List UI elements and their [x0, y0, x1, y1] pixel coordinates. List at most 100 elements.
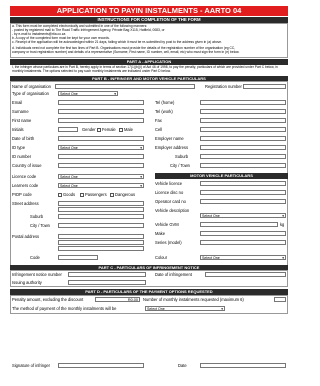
female-checkbox[interactable]: [97, 127, 101, 132]
make-label: Make: [155, 231, 166, 236]
passengers-label: Passengers: [85, 192, 107, 197]
date-of-infringement-field[interactable]: [205, 272, 286, 277]
vehicle-gvm-field[interactable]: [200, 222, 278, 227]
part-a-heading: PART A - APPLICATION: [10, 59, 288, 65]
instruction-line: company or trust registration number) an…: [12, 50, 240, 54]
code-field[interactable]: [58, 255, 98, 260]
penalty-amount-field[interactable]: R0.00: [95, 297, 140, 302]
method-of-payment-label: The method of payment of the monthly ins…: [12, 306, 117, 311]
street-address-line2-field[interactable]: [58, 207, 144, 212]
goods-label: Goods: [63, 192, 76, 197]
city-town-label: City / Town: [30, 223, 50, 228]
penalty-amount-label: Penalty amount, excluding the discount: [12, 297, 84, 302]
type-of-organisation-label: Type of organisation: [12, 91, 49, 96]
vehicle-description-select[interactable]: Select One: [200, 213, 286, 218]
id-type-select[interactable]: Select One: [58, 145, 144, 150]
email-label: Email: [12, 100, 23, 105]
vehicle-gvm-label: Vehicle GVM: [155, 222, 179, 227]
fax-label: Fax: [155, 118, 162, 123]
id-number-field[interactable]: [58, 154, 144, 159]
employer-suburb-field[interactable]: [200, 154, 286, 159]
colour-label: Colour: [155, 255, 168, 260]
method-of-payment-select[interactable]: Select One: [145, 306, 225, 311]
tel-work-label: Tel (work): [155, 109, 173, 114]
initials-label: Initials: [12, 127, 24, 132]
initials-field[interactable]: [58, 127, 78, 132]
instruction-line: c. Receipt of the application will be ac…: [12, 40, 223, 44]
suburb-label: Suburb: [30, 214, 44, 219]
passengers-checkbox[interactable]: [80, 192, 84, 197]
date-label: Date: [178, 363, 187, 368]
tel-home-label: Tel (home): [155, 100, 175, 105]
male-checkbox[interactable]: [119, 127, 123, 132]
postal-address-line3-field[interactable]: [58, 246, 144, 251]
gender-label: Gender: [82, 127, 96, 132]
licence-code-select[interactable]: Select One: [58, 174, 144, 179]
employer-city-field[interactable]: [200, 163, 286, 168]
code-label: Code: [30, 255, 40, 260]
licence-code-label: Licence code: [12, 174, 37, 179]
form-title: APPLICATION TO PAYIN INSTALMENTS - AARTO…: [10, 6, 288, 16]
operator-card-no-label: Operator card no: [155, 199, 186, 204]
issuing-authority-field[interactable]: [68, 280, 146, 285]
tel-home-field[interactable]: [200, 100, 286, 105]
cell-field[interactable]: [200, 127, 286, 132]
issuing-authority-label: Issuing authority: [12, 280, 42, 285]
prdp-code-label: PrDP code: [12, 192, 32, 197]
vehicle-licence-label: Vehicle licence: [155, 181, 183, 186]
signature-label: Signature of infringer: [12, 363, 51, 368]
learners-code-label: Learners code: [12, 183, 39, 188]
postal-address-field[interactable]: [58, 234, 144, 239]
street-address-label: Street address: [12, 201, 39, 206]
colour-select[interactable]: Select One: [200, 255, 286, 260]
name-of-organisation-label: Name of organisation: [12, 84, 51, 89]
number-of-instalments-field[interactable]: [274, 297, 286, 302]
number-of-instalments-label: Number of monthly instalments requested …: [143, 297, 244, 302]
series-model-field[interactable]: [200, 240, 286, 245]
employer-suburb-label: Suburb: [175, 154, 189, 159]
fax-field[interactable]: [200, 118, 286, 123]
operator-card-no-field[interactable]: [200, 199, 286, 204]
goods-checkbox[interactable]: [58, 192, 62, 197]
registration-number-field[interactable]: [243, 84, 286, 89]
date-field[interactable]: [200, 363, 286, 368]
signature-field[interactable]: [58, 363, 144, 368]
postal-address-label: Postal address: [12, 234, 40, 239]
date-of-birth-field[interactable]: [58, 136, 144, 141]
tel-work-field[interactable]: [200, 109, 286, 114]
form-page: APPLICATION TO PAYIN INSTALMENTS - AARTO…: [0, 0, 298, 386]
make-field[interactable]: [200, 231, 286, 236]
registration-number-label: Registration number: [205, 84, 242, 89]
part-a-text: I, the infringer whose particulars are i…: [12, 65, 278, 74]
first-name-field[interactable]: [58, 118, 144, 123]
employer-name-field[interactable]: [200, 136, 286, 141]
female-label: Female: [102, 127, 116, 132]
city-town-field[interactable]: [58, 223, 144, 228]
surname-field[interactable]: [58, 109, 144, 114]
licence-disc-no-label: Licence disc no: [155, 190, 184, 195]
id-number-label: ID number: [12, 154, 32, 159]
street-address-field[interactable]: [58, 201, 144, 206]
male-label: Male: [124, 127, 133, 132]
email-field[interactable]: [58, 100, 144, 105]
suburb-field[interactable]: [58, 214, 144, 219]
date-of-birth-label: Date of birth: [12, 136, 35, 141]
type-of-organisation-select[interactable]: Select One: [58, 91, 118, 96]
licence-disc-no-field[interactable]: [200, 190, 286, 195]
series-model-label: Series (model): [155, 240, 182, 245]
first-name-label: First name: [12, 118, 32, 123]
postal-address-line2-field[interactable]: [58, 240, 144, 245]
employer-name-label: Employer name: [155, 136, 184, 141]
infringement-notice-number-field[interactable]: [68, 272, 146, 277]
infringement-notice-number-label: Infringement notice number: [12, 272, 62, 277]
country-of-issue-field[interactable]: [58, 163, 144, 168]
date-of-infringement-label: Date of infringement: [155, 272, 192, 277]
vehicle-licence-field[interactable]: [200, 181, 286, 186]
id-type-label: ID type: [12, 145, 25, 150]
employer-address-field[interactable]: [200, 145, 286, 150]
name-of-organisation-field[interactable]: [55, 84, 195, 89]
learners-code-select[interactable]: Select One: [58, 183, 144, 188]
dangerous-label: Dangerous: [115, 192, 136, 197]
dangerous-checkbox[interactable]: [110, 192, 114, 197]
cell-label: Cell: [155, 127, 163, 132]
